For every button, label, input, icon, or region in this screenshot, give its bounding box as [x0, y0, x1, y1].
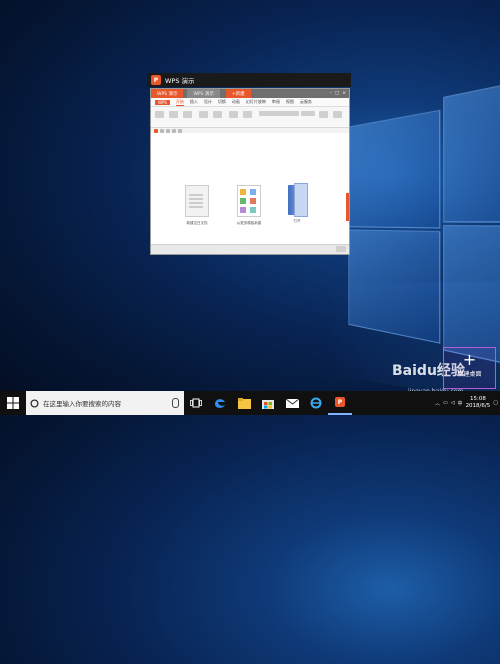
- network-icon[interactable]: ▭: [443, 400, 448, 406]
- start-button[interactable]: [0, 391, 26, 415]
- taskbar-file-explorer[interactable]: [232, 391, 256, 415]
- align-icon[interactable]: [333, 111, 342, 118]
- task-view-icon: [190, 398, 202, 408]
- clock-date: 2018/6/5: [465, 403, 491, 409]
- clock-time: 15:08: [469, 396, 486, 402]
- menu-item-slideshow[interactable]: 幻灯片放映: [246, 99, 266, 105]
- wps-app: WPS 演示 WPS 演示 +新建 – □ × WPS 开始 插入 设计 切换 …: [150, 88, 350, 255]
- clock[interactable]: 15:08 2018/6/5: [466, 396, 491, 410]
- format-painter-icon[interactable]: [169, 111, 178, 118]
- ie-icon: [310, 397, 322, 409]
- open-folder-icon: [288, 183, 308, 217]
- close-icon[interactable]: ×: [342, 91, 346, 96]
- tab-new[interactable]: +新建: [225, 89, 251, 98]
- new-blank-option[interactable]: 新建空白文档: [175, 185, 219, 226]
- reset-icon[interactable]: [229, 111, 238, 118]
- plus-icon: +: [462, 350, 477, 369]
- wps-presentation-logo-icon: P: [151, 75, 161, 85]
- menu-item-animation[interactable]: 动画: [232, 99, 240, 105]
- action-center-icon[interactable]: ▢: [493, 400, 498, 406]
- window-title: WPS 演示: [165, 77, 195, 85]
- wps-presentation-icon: P: [335, 397, 345, 407]
- taskbar-wps[interactable]: P: [328, 391, 352, 415]
- taskbar-store[interactable]: [256, 391, 280, 415]
- template-option[interactable]: 从更多模板新建: [227, 185, 271, 226]
- font-select[interactable]: [259, 111, 299, 116]
- new-slide-icon[interactable]: [199, 111, 208, 118]
- show-hidden-icons-icon[interactable]: ︿: [435, 400, 440, 407]
- section-icon[interactable]: [243, 111, 252, 118]
- windows-start-icon: [7, 397, 19, 409]
- tab-home[interactable]: WPS 演示: [151, 89, 184, 98]
- wps-window[interactable]: P WPS 演示 WPS 演示 WPS 演示 +新建 – □ × WPS 开始 …: [147, 73, 351, 255]
- template-label: 从更多模板新建: [236, 221, 262, 225]
- document-tabbar: WPS 演示 WPS 演示 +新建 – □ ×: [151, 89, 349, 98]
- new-desktop-button[interactable]: + 新建桌面: [443, 347, 496, 389]
- cortana-icon: [30, 398, 39, 408]
- menu-bar: WPS 开始 插入 设计 切换 动画 幻灯片放映 审阅 视图 云服务: [151, 98, 349, 107]
- taskbar-ie[interactable]: [304, 391, 328, 415]
- font-size-select[interactable]: [301, 111, 315, 116]
- input-language[interactable]: 中: [458, 400, 463, 407]
- menu-item-design[interactable]: 设计: [204, 99, 212, 105]
- taskbar-mail[interactable]: [280, 391, 304, 415]
- file-explorer-icon: [237, 397, 251, 409]
- ribbon-toolbar: [151, 107, 349, 128]
- volume-icon[interactable]: ◁: [451, 400, 455, 406]
- new-desktop-label: 新建桌面: [457, 371, 482, 378]
- blank-document-icon: [185, 185, 209, 217]
- open-label: 打开: [293, 219, 301, 223]
- new-blank-label: 新建空白文档: [186, 221, 208, 225]
- template-icon: [237, 185, 261, 217]
- menu-item-insert[interactable]: 插入: [190, 99, 198, 105]
- paragraph-icon[interactable]: [319, 111, 328, 118]
- status-bar: [151, 244, 349, 254]
- microphone-icon[interactable]: [172, 398, 179, 408]
- cut-icon[interactable]: [183, 111, 192, 118]
- taskbar: 在这里输入你要搜索的内容 P ︿ ▭ ◁ 中 15:08 2018/6/5 ▢: [0, 391, 500, 415]
- layout-icon[interactable]: [213, 111, 222, 118]
- task-view-button[interactable]: [184, 391, 208, 415]
- menu-item-view[interactable]: 视图: [286, 99, 294, 105]
- store-icon: [262, 400, 274, 409]
- maximize-icon[interactable]: □: [335, 91, 339, 96]
- minimize-icon[interactable]: –: [330, 91, 332, 96]
- start-page: 新建空白文档 从更多模板新建 打开: [151, 133, 349, 245]
- tab-document[interactable]: WPS 演示: [187, 89, 220, 98]
- windows-logo-light: [330, 48, 500, 520]
- paste-icon[interactable]: [155, 111, 164, 118]
- taskbar-search-box[interactable]: 在这里输入你要搜索的内容: [26, 391, 184, 415]
- menu-item-cloud[interactable]: 云服务: [300, 99, 312, 105]
- system-tray: ︿ ▭ ◁ 中 15:08 2018/6/5 ▢: [435, 396, 500, 410]
- mail-icon: [285, 398, 299, 408]
- open-option[interactable]: 打开: [275, 183, 319, 224]
- menu-item-wps[interactable]: WPS: [155, 99, 170, 105]
- taskbar-edge[interactable]: [208, 391, 232, 415]
- search-placeholder: 在这里输入你要搜索的内容: [43, 400, 121, 408]
- side-panel-handle[interactable]: [346, 193, 349, 221]
- window-titlebar[interactable]: P WPS 演示: [147, 73, 351, 87]
- menu-item-review[interactable]: 审阅: [272, 99, 280, 105]
- menu-item-transition[interactable]: 切换: [218, 99, 226, 105]
- edge-icon: [215, 399, 225, 408]
- play-slideshow-icon[interactable]: [336, 246, 346, 252]
- menu-item-home[interactable]: 开始: [175, 99, 184, 106]
